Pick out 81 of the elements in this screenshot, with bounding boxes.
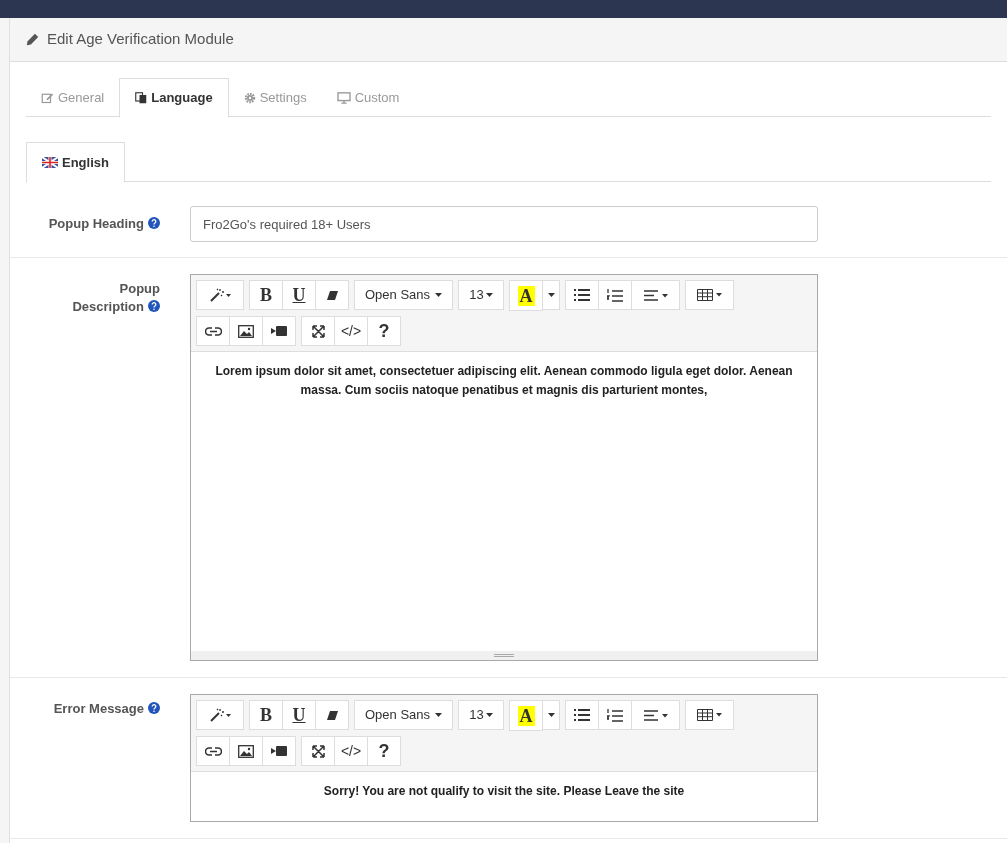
picture-icon (238, 324, 254, 338)
caret-icon (485, 713, 493, 717)
paragraph-button[interactable] (631, 280, 681, 310)
picture-button[interactable] (229, 736, 263, 766)
color-dropdown-button[interactable] (542, 280, 561, 310)
text-input[interactable]: Fro2Go's required 18+ Users (190, 206, 818, 242)
locale-tab[interactable]: English (26, 142, 125, 183)
eraser-icon (326, 709, 338, 721)
help-button[interactable]: ? (367, 316, 401, 346)
code-view-button[interactable]: </> (334, 736, 368, 766)
style-button[interactable] (196, 280, 244, 310)
highlight-color-button[interactable]: A (509, 700, 544, 731)
resize-handle[interactable] (191, 651, 817, 660)
video-button[interactable] (262, 316, 296, 346)
highlight-color-button[interactable]: A (509, 280, 544, 311)
clear-format-button[interactable] (315, 700, 349, 730)
panel-title: Edit Age Verification Module (47, 29, 234, 50)
magic-wand-icon (209, 708, 231, 722)
fullscreen-button[interactable] (301, 316, 335, 346)
expand-icon (311, 324, 325, 338)
code-view-button[interactable]: </> (334, 316, 368, 346)
help-icon[interactable] (148, 300, 160, 312)
expand-icon (311, 744, 325, 758)
pencil-icon (26, 33, 39, 46)
video-button[interactable] (262, 736, 296, 766)
picture-button[interactable] (229, 316, 263, 346)
color-dropdown-button[interactable] (542, 700, 561, 730)
field-label: Popup Heading (48, 215, 160, 233)
font-family-dropdown[interactable]: Open Sans (354, 700, 454, 730)
editor-text: Lorem ipsum dolor sit amet, consectetuer adipiscing elit. Aenean commodo ligula eget dolor. Aenean massa. Cum sociis natoque penatibus et magnis dis parturient montes, (214, 363, 794, 399)
caret-icon (547, 713, 555, 717)
link-button[interactable] (196, 316, 230, 346)
bulleted-list-button[interactable] (565, 700, 600, 730)
align-icon (643, 709, 668, 721)
table-icon (696, 289, 723, 301)
fullscreen-button[interactable] (301, 736, 335, 766)
caret-icon (435, 293, 443, 297)
align-icon (643, 289, 668, 301)
magic-wand-icon (209, 288, 231, 302)
bulleted-list-icon (574, 289, 591, 301)
link-icon (204, 746, 222, 756)
bulleted-list-icon (574, 709, 591, 721)
link-icon (204, 326, 222, 336)
table-button[interactable] (685, 700, 735, 730)
video-camera-icon (271, 326, 287, 336)
bulleted-list-button[interactable] (565, 280, 600, 310)
numbered-list-button[interactable] (598, 700, 633, 730)
link-button[interactable] (196, 736, 230, 766)
flag-icon (42, 157, 58, 168)
bold-button[interactable]: B (249, 700, 283, 730)
bold-button[interactable]: B (249, 280, 283, 310)
numbered-list-icon (607, 288, 624, 302)
font-size-dropdown[interactable]: 13 (458, 280, 505, 310)
font-family-dropdown[interactable]: Open Sans (354, 280, 454, 310)
monitor-icon (336, 91, 351, 104)
clear-format-button[interactable] (315, 280, 349, 310)
numbered-list-icon (607, 708, 624, 722)
gear-icon (243, 91, 256, 104)
language-icon (135, 92, 148, 104)
help-button[interactable]: ? (367, 736, 401, 766)
paragraph-button[interactable] (631, 700, 681, 730)
edit-icon (41, 91, 54, 104)
numbered-list-button[interactable] (598, 280, 633, 310)
caret-icon (435, 713, 443, 717)
caret-icon (485, 293, 493, 297)
eraser-icon (326, 289, 338, 301)
editor-text: Sorry! You are not qualify to visit the site. Please Leave the site (322, 783, 686, 800)
field-label: Popup Description (71, 280, 160, 316)
field-label: Error Message (53, 700, 160, 822)
help-icon[interactable] (148, 217, 160, 229)
help-icon[interactable] (148, 702, 160, 714)
font-size-dropdown[interactable]: 13 (458, 700, 505, 730)
tab[interactable]: Language (119, 78, 229, 118)
style-button[interactable] (196, 700, 244, 730)
table-button[interactable] (685, 280, 735, 310)
table-icon (696, 709, 723, 721)
underline-button[interactable]: U (282, 700, 316, 730)
video-camera-icon (271, 746, 287, 756)
caret-icon (547, 293, 555, 297)
picture-icon (238, 744, 254, 758)
underline-button[interactable]: U (282, 280, 316, 310)
